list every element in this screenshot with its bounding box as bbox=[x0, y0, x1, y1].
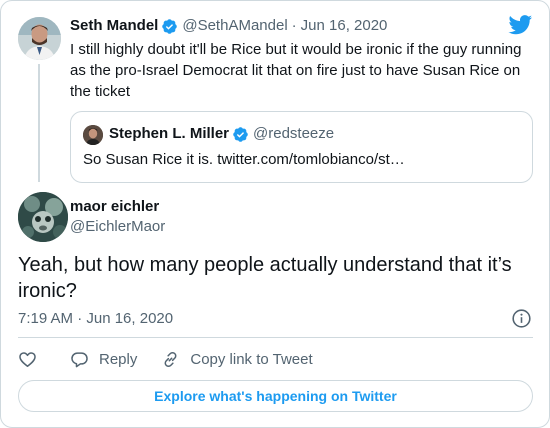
tweet-embed-card: Seth Mandel @SethAMandel · Jun 16, 2020 … bbox=[0, 0, 550, 428]
reply-icon bbox=[71, 351, 88, 367]
parent-tweet-header: Seth Mandel @SethAMandel · Jun 16, 2020 bbox=[70, 16, 387, 36]
quoted-tweet-text: So Susan Rice it is. twitter.com/tomlobi… bbox=[83, 151, 405, 168]
parent-author-handle[interactable]: @SethAMandel bbox=[182, 16, 287, 36]
quoted-tweet-header: Stephen L. Miller @redsteeze bbox=[109, 124, 334, 144]
thread-connector-line bbox=[38, 64, 40, 182]
divider bbox=[18, 337, 533, 338]
reply-button[interactable]: Reply bbox=[70, 350, 137, 369]
header-separator: · bbox=[291, 17, 297, 34]
parent-tweet-date[interactable]: Jun 16, 2020 bbox=[301, 16, 388, 36]
quoted-tweet[interactable]: Stephen L. Miller @redsteeze So Susan Ri… bbox=[70, 111, 533, 183]
tweet-actions: Reply Copy link to Tweet bbox=[18, 347, 313, 371]
copy-link-label: Copy link to Tweet bbox=[190, 350, 313, 368]
quoted-author-handle: @redsteeze bbox=[253, 125, 335, 142]
main-author-avatar[interactable] bbox=[18, 192, 68, 242]
parent-tweet-text: I still highly doubt it'll be Rice but i… bbox=[70, 41, 522, 100]
main-tweet-timestamp[interactable]: 7:19 AM · Jun 16, 2020 bbox=[18, 309, 173, 329]
heart-icon bbox=[19, 351, 36, 367]
quoted-author-name: Stephen L. Miller bbox=[109, 125, 230, 142]
verified-badge-icon bbox=[162, 18, 178, 34]
reply-label: Reply bbox=[99, 350, 138, 368]
parent-author-avatar[interactable] bbox=[18, 17, 61, 60]
info-icon[interactable] bbox=[511, 308, 532, 329]
link-icon bbox=[164, 351, 177, 367]
main-tweet-text: Yeah, but how many people actually under… bbox=[18, 254, 512, 302]
main-author-handle[interactable]: @EichlerMaor bbox=[70, 217, 165, 237]
like-button[interactable] bbox=[18, 350, 37, 369]
twitter-bird-icon[interactable] bbox=[508, 15, 533, 35]
main-author-name[interactable]: maor eichler bbox=[70, 197, 159, 217]
quoted-author-avatar bbox=[83, 125, 103, 145]
parent-author-name[interactable]: Seth Mandel bbox=[70, 16, 158, 36]
copy-link-button[interactable]: Copy link to Tweet bbox=[161, 350, 313, 369]
explore-twitter-button[interactable]: Explore what's happening on Twitter bbox=[18, 380, 533, 412]
verified-badge-icon bbox=[233, 126, 248, 142]
